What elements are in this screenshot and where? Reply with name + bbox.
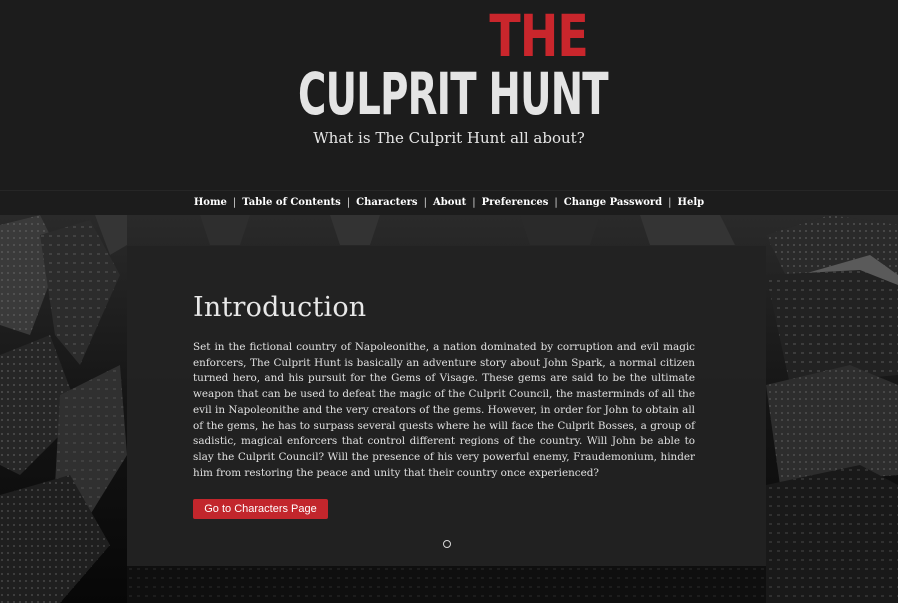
nav-item-preferences[interactable]: Preferences — [482, 197, 549, 208]
intro-title: Introduction — [193, 292, 367, 323]
nav-item-table-of-contents[interactable]: Table of Contents — [242, 197, 340, 208]
nav-item-change-password[interactable]: Change Password — [564, 197, 662, 208]
logo-title-text: CULPRIT HUNT — [298, 60, 609, 128]
page: THE CULPRIT HUNT What is The Culprit Hun… — [0, 0, 898, 603]
logo-the-text: THE — [489, 2, 588, 70]
nav-separator: | — [232, 197, 237, 208]
nav-separator: | — [668, 197, 672, 208]
intro-body: Set in the fictional country of Napoleon… — [193, 341, 695, 479]
nav-separator: | — [472, 197, 476, 208]
page-tagline: What is The Culprit Hunt all about? — [313, 129, 585, 147]
nav-separator: | — [423, 197, 427, 208]
main-nav: Home | Table of Contents | Characters | About |… — [0, 190, 898, 215]
slide-indicator-dot[interactable] — [443, 540, 451, 548]
site-logo[interactable]: THE CULPRIT HUNT — [296, 2, 609, 124]
go-to-characters-button[interactable]: Go to Characters Page — [193, 499, 328, 519]
nav-item-characters[interactable]: Characters — [356, 197, 417, 208]
nav-item-help[interactable]: Help — [678, 197, 705, 208]
nav-separator: | — [346, 197, 351, 208]
intro-panel: Introduction Set in the fictional countr… — [127, 246, 766, 566]
nav-item-about[interactable]: About — [433, 197, 466, 208]
site-header: THE CULPRIT HUNT What is The Culprit Hun… — [0, 0, 898, 190]
nav-separator: | — [554, 197, 558, 208]
nav-item-home[interactable]: Home — [194, 197, 227, 208]
